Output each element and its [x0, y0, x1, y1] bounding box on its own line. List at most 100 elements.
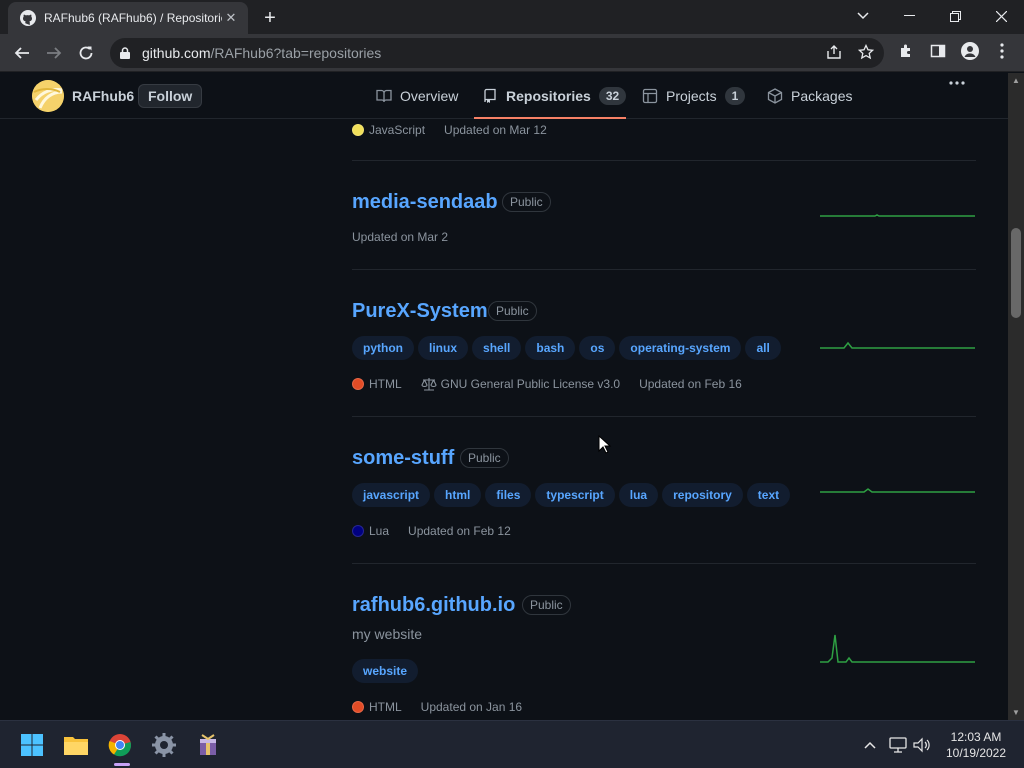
scrollbar-thumb[interactable]: [1011, 228, 1021, 318]
scroll-up-icon[interactable]: ▲: [1011, 75, 1021, 85]
scroll-down-icon[interactable]: ▼: [1011, 707, 1021, 717]
active-tab-underline: [474, 117, 626, 119]
lock-icon[interactable]: [120, 47, 132, 59]
page-scrollbar[interactable]: ▲ ▼: [1008, 73, 1024, 720]
repo-updated: Updated on Mar 12: [444, 123, 547, 137]
topic-tag[interactable]: typescript: [535, 483, 615, 507]
settings-gear-icon[interactable]: [148, 729, 180, 761]
follow-button[interactable]: Follow: [138, 84, 203, 108]
reload-icon[interactable]: [72, 39, 100, 67]
tab-repositories[interactable]: Repositories 32: [482, 73, 627, 119]
file-explorer-icon[interactable]: [60, 729, 92, 761]
language-color-dot: [352, 701, 364, 713]
bookmark-star-icon[interactable]: [854, 40, 878, 64]
tab-projects[interactable]: Projects 1: [642, 73, 746, 119]
topic-tag[interactable]: html: [434, 483, 482, 507]
topic-tag[interactable]: bash: [525, 336, 576, 360]
topic-list: javascript html files typescript lua rep…: [352, 483, 791, 507]
new-tab-icon[interactable]: +: [258, 6, 282, 30]
activity-sparkline: [820, 214, 975, 217]
tab-overview-label: Overview: [400, 88, 459, 104]
tab-packages-label: Packages: [791, 88, 853, 104]
back-icon[interactable]: [8, 39, 36, 67]
chrome-menu-icon[interactable]: [990, 39, 1014, 63]
url-text: github.com/RAFhub6?tab=repositories: [142, 45, 382, 61]
network-icon[interactable]: [888, 735, 908, 755]
tray-chevron-up-icon[interactable]: [860, 735, 880, 755]
repo-name-link[interactable]: rafhub6.github.io: [352, 594, 515, 617]
windows-taskbar: 12:03 AM 10/19/2022: [0, 720, 1024, 768]
volume-icon[interactable]: [912, 735, 932, 755]
list-item: JavaScript Updated on Mar 12: [352, 120, 976, 161]
browser-tab[interactable]: RAFhub6 (RAFhub6) / Repositories ✕: [8, 2, 248, 34]
profile-icon[interactable]: [958, 39, 982, 63]
list-item: some-stuff Public javascript html files …: [352, 417, 976, 564]
tab-overview[interactable]: Overview: [376, 73, 458, 119]
tab-packages[interactable]: Packages: [767, 73, 852, 119]
projects-count: 1: [724, 87, 746, 105]
visibility-badge: Public: [522, 595, 571, 615]
topic-tag[interactable]: repository: [662, 483, 743, 507]
topic-tag[interactable]: all: [745, 336, 781, 360]
list-item: media-sendaab Public Updated on Mar 2: [352, 161, 976, 270]
tab-close-icon[interactable]: ✕: [222, 9, 240, 27]
topic-tag[interactable]: text: [746, 483, 791, 507]
active-app-indicator: [114, 763, 130, 766]
topic-tag[interactable]: linux: [418, 336, 469, 360]
windows-start-icon[interactable]: [16, 729, 48, 761]
chrome-icon[interactable]: [104, 729, 136, 761]
repo-name-link[interactable]: media-sendaab: [352, 191, 498, 214]
repo-updated: Updated on Feb 16: [639, 377, 742, 391]
repo-meta: Lua Updated on Feb 12: [352, 524, 530, 538]
minimize-icon[interactable]: [886, 0, 932, 32]
package-icon: [767, 88, 783, 104]
close-window-icon[interactable]: [978, 0, 1024, 32]
tab-title: RAFhub6 (RAFhub6) / Repositories: [44, 11, 222, 25]
share-icon[interactable]: [822, 40, 846, 64]
language-color-dot: [352, 378, 364, 390]
address-bar[interactable]: github.com/RAFhub6?tab=repositories: [110, 38, 884, 68]
repo-name-link[interactable]: PureX-System: [352, 300, 488, 323]
archive-app-icon[interactable]: [192, 729, 224, 761]
language-color-dot: [352, 525, 364, 537]
mouse-cursor-icon: [598, 435, 612, 454]
system-clock[interactable]: 12:03 AM 10/19/2022: [940, 729, 1012, 761]
repo-updated: Updated on Mar 2: [352, 230, 449, 244]
tab-repositories-label: Repositories: [506, 88, 591, 104]
repo-name-link[interactable]: some-stuff: [352, 447, 454, 470]
more-options-icon[interactable]: [948, 73, 966, 89]
repositories-count: 32: [598, 87, 627, 105]
restore-icon[interactable]: [932, 0, 978, 32]
repo-meta: JavaScript Updated on Mar 12: [352, 123, 566, 137]
extensions-icon[interactable]: [894, 39, 918, 63]
side-panel-icon[interactable]: [926, 39, 950, 63]
repo-description: my website: [352, 626, 423, 642]
tab-search-icon[interactable]: [840, 0, 886, 32]
repo-language: HTML: [369, 700, 402, 714]
topic-tag[interactable]: javascript: [352, 483, 431, 507]
profile-username[interactable]: RAFhub6: [72, 88, 134, 104]
profile-sticky-header: RAFhub6 Follow Overview Repositories 32 …: [0, 73, 1008, 119]
activity-sparkline: [820, 634, 975, 663]
topic-tag[interactable]: shell: [472, 336, 522, 360]
avatar[interactable]: [32, 80, 64, 112]
topic-tag[interactable]: website: [352, 659, 419, 683]
forward-icon[interactable]: [40, 39, 68, 67]
topic-tag[interactable]: os: [579, 336, 616, 360]
language-color-dot: [352, 124, 364, 136]
visibility-badge: Public: [488, 301, 537, 321]
repo-license[interactable]: GNU General Public License v3.0: [441, 377, 620, 391]
repo-language: HTML: [369, 377, 402, 391]
repo-icon: [482, 88, 498, 104]
visibility-badge: Public: [502, 192, 551, 212]
browser-tabstrip: RAFhub6 (RAFhub6) / Repositories ✕ +: [0, 0, 1024, 34]
topic-tag[interactable]: lua: [618, 483, 659, 507]
table-icon: [642, 88, 658, 104]
topic-tag[interactable]: operating-system: [619, 336, 742, 360]
topic-tag[interactable]: files: [485, 483, 532, 507]
topic-list: python linux shell bash os operating-sys…: [352, 336, 781, 360]
repo-updated: Updated on Jan 16: [420, 700, 523, 714]
topic-tag[interactable]: python: [352, 336, 414, 360]
book-icon: [376, 88, 392, 104]
law-icon: [421, 377, 437, 391]
